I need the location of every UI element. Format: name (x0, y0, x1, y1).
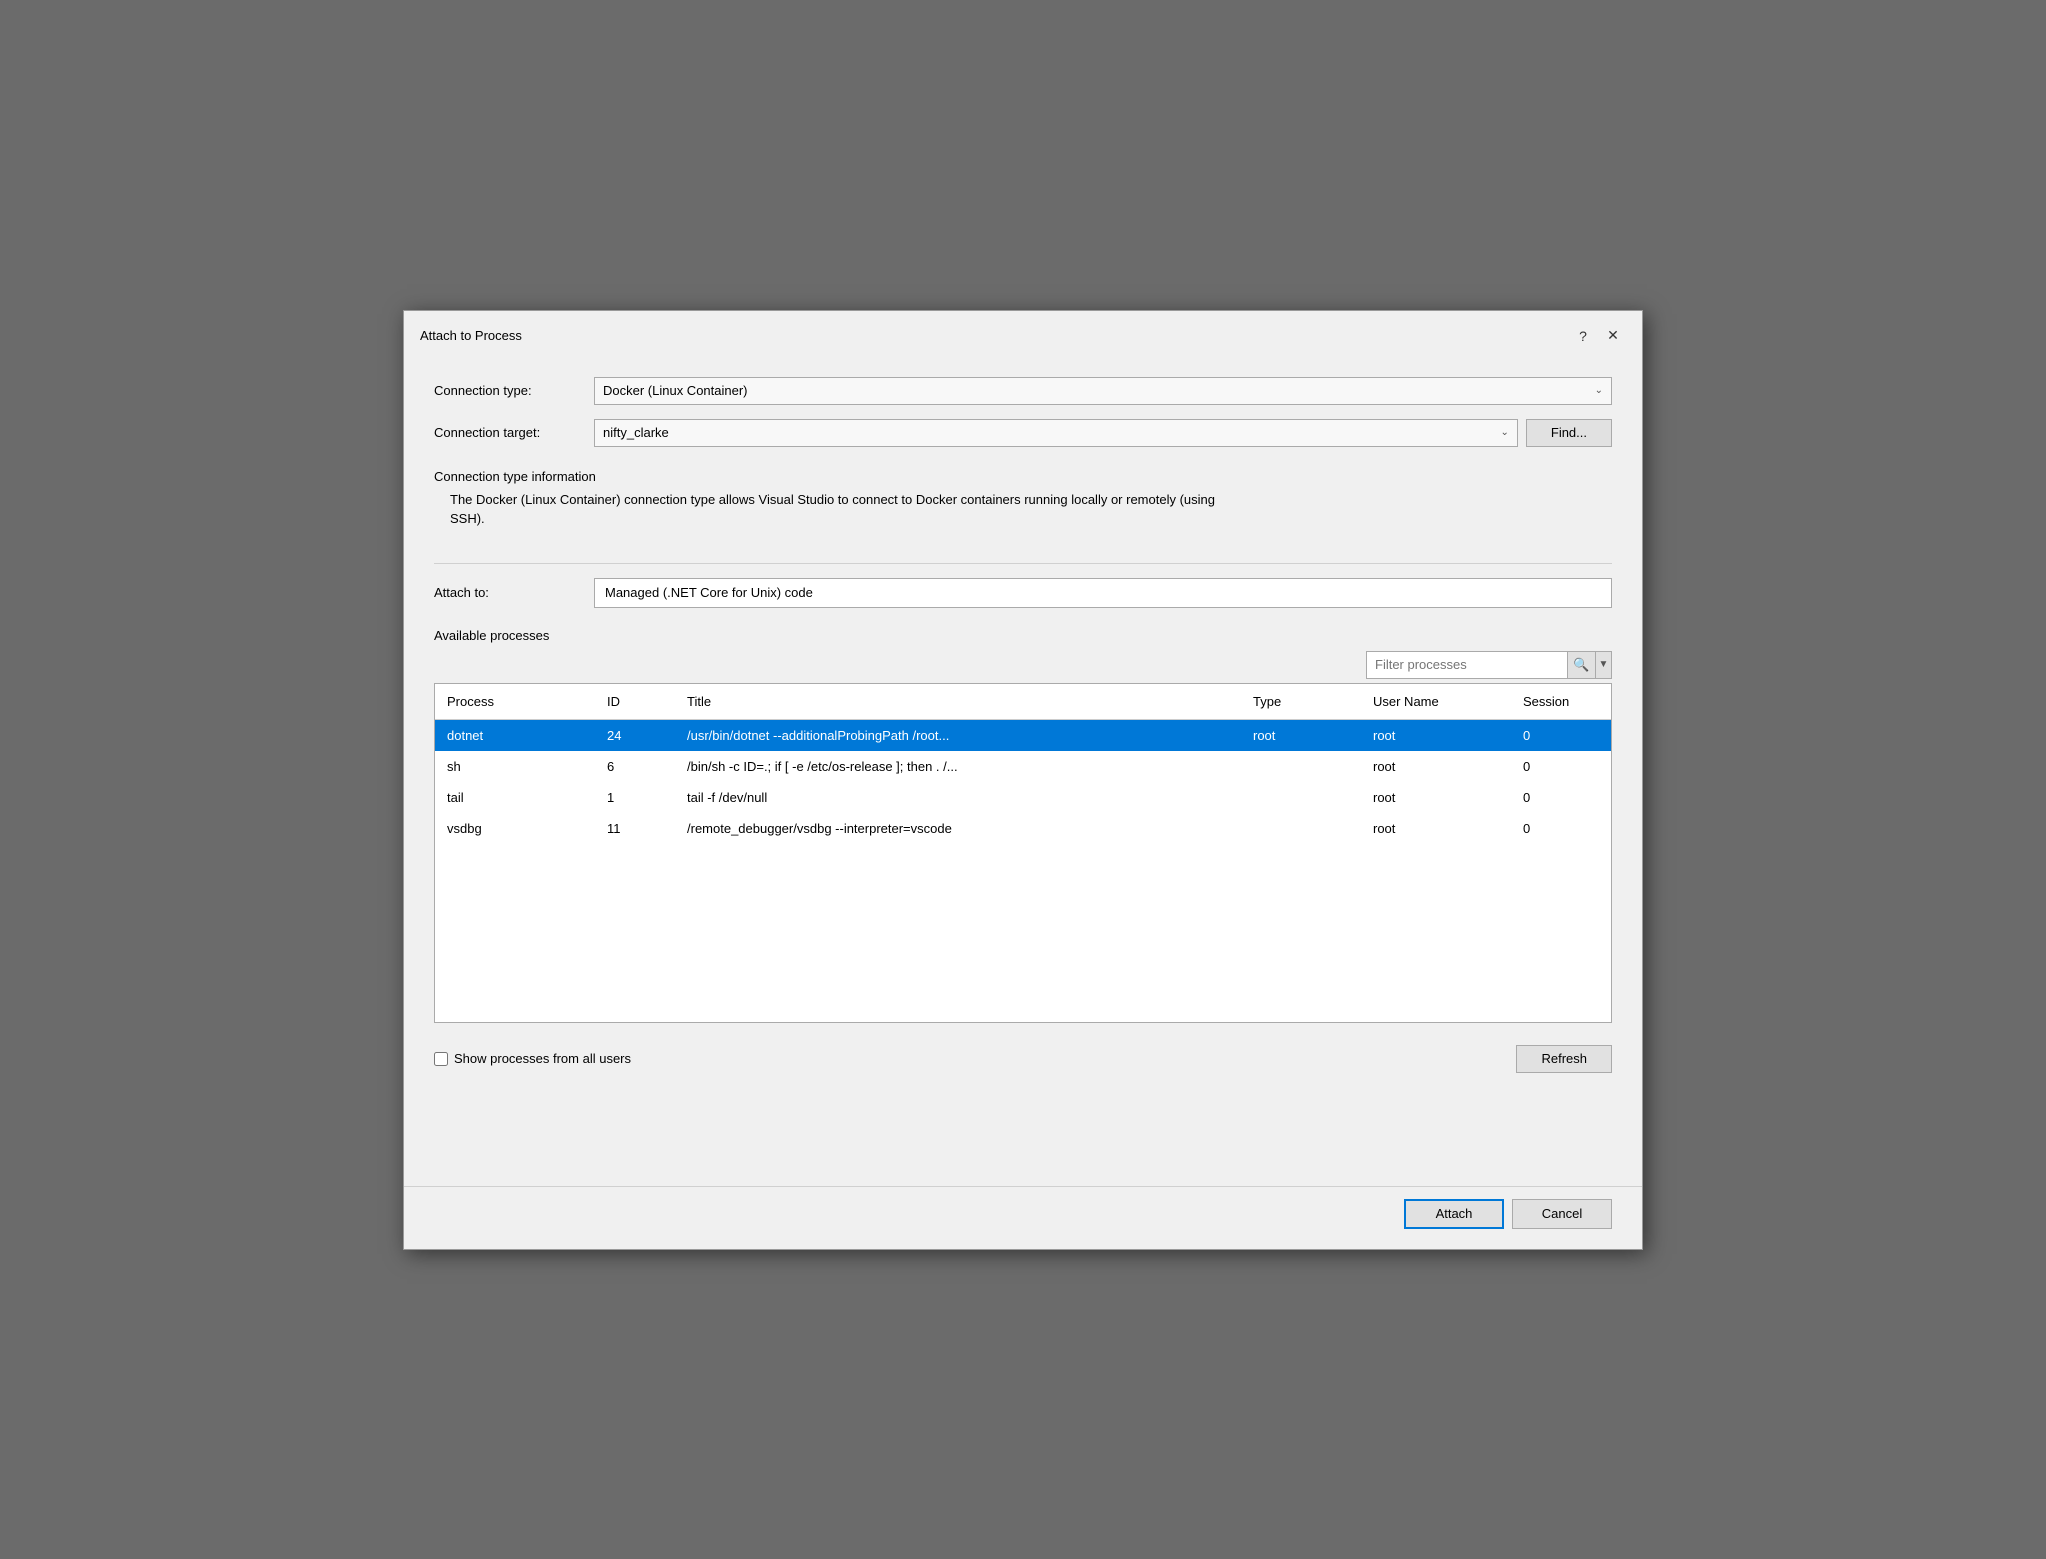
col-session: Session (1511, 690, 1611, 713)
table-cell-title: /usr/bin/dotnet --additionalProbingPath … (675, 724, 1241, 747)
table-cell-type (1241, 755, 1361, 778)
table-cell-title: /bin/sh -c ID=.; if [ -e /etc/os-release… (675, 755, 1241, 778)
connection-type-row: Connection type: Docker (Linux Container… (434, 377, 1612, 405)
refresh-button[interactable]: Refresh (1516, 1045, 1612, 1073)
connection-target-row: Connection target: nifty_clarke ⌄ Find..… (434, 419, 1612, 447)
table-header: Process ID Title Type User Name Session (435, 684, 1611, 720)
table-row[interactable]: vsdbg11/remote_debugger/vsdbg --interpre… (435, 813, 1611, 844)
dialog-title: Attach to Process (420, 328, 522, 343)
info-text-line2: SSH). (450, 509, 1612, 529)
bottom-section: Show processes from all users Refresh (434, 1035, 1612, 1083)
info-section: Connection type information The Docker (… (434, 461, 1612, 533)
attach-to-process-dialog: Attach to Process ? ✕ Connection type: D… (403, 310, 1643, 1250)
info-title: Connection type information (434, 469, 1612, 484)
table-cell-title: /remote_debugger/vsdbg --interpreter=vsc… (675, 817, 1241, 840)
col-username: User Name (1361, 690, 1511, 713)
title-bar: Attach to Process ? ✕ (404, 311, 1642, 357)
table-cell-type: root (1241, 724, 1361, 747)
col-process: Process (435, 690, 595, 713)
table-cell-id: 11 (595, 817, 675, 840)
table-row[interactable]: dotnet24/usr/bin/dotnet --additionalProb… (435, 720, 1611, 751)
table-row[interactable]: sh6/bin/sh -c ID=.; if [ -e /etc/os-rele… (435, 751, 1611, 782)
dropdown-arrow-icon: ⌄ (1595, 385, 1603, 396)
attach-to-label: Attach to: (434, 585, 594, 600)
connection-type-dropdown[interactable]: Docker (Linux Container) ⌄ (594, 377, 1612, 405)
filter-dropdown-arrow-button[interactable]: ▼ (1595, 652, 1611, 678)
attach-to-input[interactable]: Managed (.NET Core for Unix) code (594, 578, 1612, 608)
col-id: ID (595, 690, 675, 713)
cancel-button[interactable]: Cancel (1512, 1199, 1612, 1229)
attach-to-value: Managed (.NET Core for Unix) code (605, 585, 813, 600)
table-cell-id: 1 (595, 786, 675, 809)
table-cell-id: 6 (595, 755, 675, 778)
separator (434, 563, 1612, 564)
help-button[interactable]: ? (1570, 323, 1596, 349)
connection-target-dropdown[interactable]: nifty_clarke ⌄ (594, 419, 1518, 447)
available-processes-label: Available processes (434, 628, 1612, 643)
find-button[interactable]: Find... (1526, 419, 1612, 447)
table-cell-session: 0 (1511, 755, 1611, 778)
col-type: Type (1241, 690, 1361, 713)
table-body: dotnet24/usr/bin/dotnet --additionalProb… (435, 720, 1611, 844)
attach-button[interactable]: Attach (1404, 1199, 1504, 1229)
table-cell-type (1241, 817, 1361, 840)
table-cell-session: 0 (1511, 786, 1611, 809)
table-cell-title: tail -f /dev/null (675, 786, 1241, 809)
connection-target-value: nifty_clarke (603, 425, 669, 440)
filter-input-wrapper: 🔍 ▼ (1366, 651, 1612, 679)
table-cell-process: sh (435, 755, 595, 778)
target-dropdown-arrow-icon: ⌄ (1500, 427, 1508, 438)
filter-row: 🔍 ▼ (434, 651, 1612, 679)
attach-to-row: Attach to: Managed (.NET Core for Unix) … (434, 578, 1612, 608)
close-button[interactable]: ✕ (1600, 323, 1626, 349)
info-text-line1: The Docker (Linux Container) connection … (450, 490, 1612, 510)
connection-type-control: Docker (Linux Container) ⌄ (594, 377, 1612, 405)
table-cell-id: 24 (595, 724, 675, 747)
table-cell-username: root (1361, 724, 1511, 747)
table-cell-process: dotnet (435, 724, 595, 747)
show-all-users-checkbox[interactable] (434, 1052, 448, 1066)
show-all-users-label: Show processes from all users (454, 1051, 631, 1066)
process-table-container: Process ID Title Type User Name Session … (434, 683, 1612, 1023)
filter-search-icon-button[interactable]: 🔍 (1567, 652, 1595, 678)
show-all-users-checkbox-label[interactable]: Show processes from all users (434, 1051, 631, 1066)
table-cell-username: root (1361, 786, 1511, 809)
table-cell-session: 0 (1511, 817, 1611, 840)
connection-target-control: nifty_clarke ⌄ Find... (594, 419, 1612, 447)
connection-type-label: Connection type: (434, 383, 594, 398)
connection-target-label: Connection target: (434, 425, 594, 440)
table-cell-process: tail (435, 786, 595, 809)
table-cell-username: root (1361, 817, 1511, 840)
dialog-content: Connection type: Docker (Linux Container… (404, 357, 1642, 1186)
table-cell-username: root (1361, 755, 1511, 778)
filter-input[interactable] (1367, 657, 1567, 672)
table-cell-type (1241, 786, 1361, 809)
table-cell-process: vsdbg (435, 817, 595, 840)
table-cell-session: 0 (1511, 724, 1611, 747)
dialog-footer: Attach Cancel (404, 1186, 1642, 1249)
connection-target-dropdown-wrapper: nifty_clarke ⌄ Find... (594, 419, 1612, 447)
table-row[interactable]: tail1tail -f /dev/null root0 (435, 782, 1611, 813)
col-title: Title (675, 690, 1241, 713)
connection-type-value: Docker (Linux Container) (603, 383, 748, 398)
title-bar-controls: ? ✕ (1570, 323, 1626, 349)
